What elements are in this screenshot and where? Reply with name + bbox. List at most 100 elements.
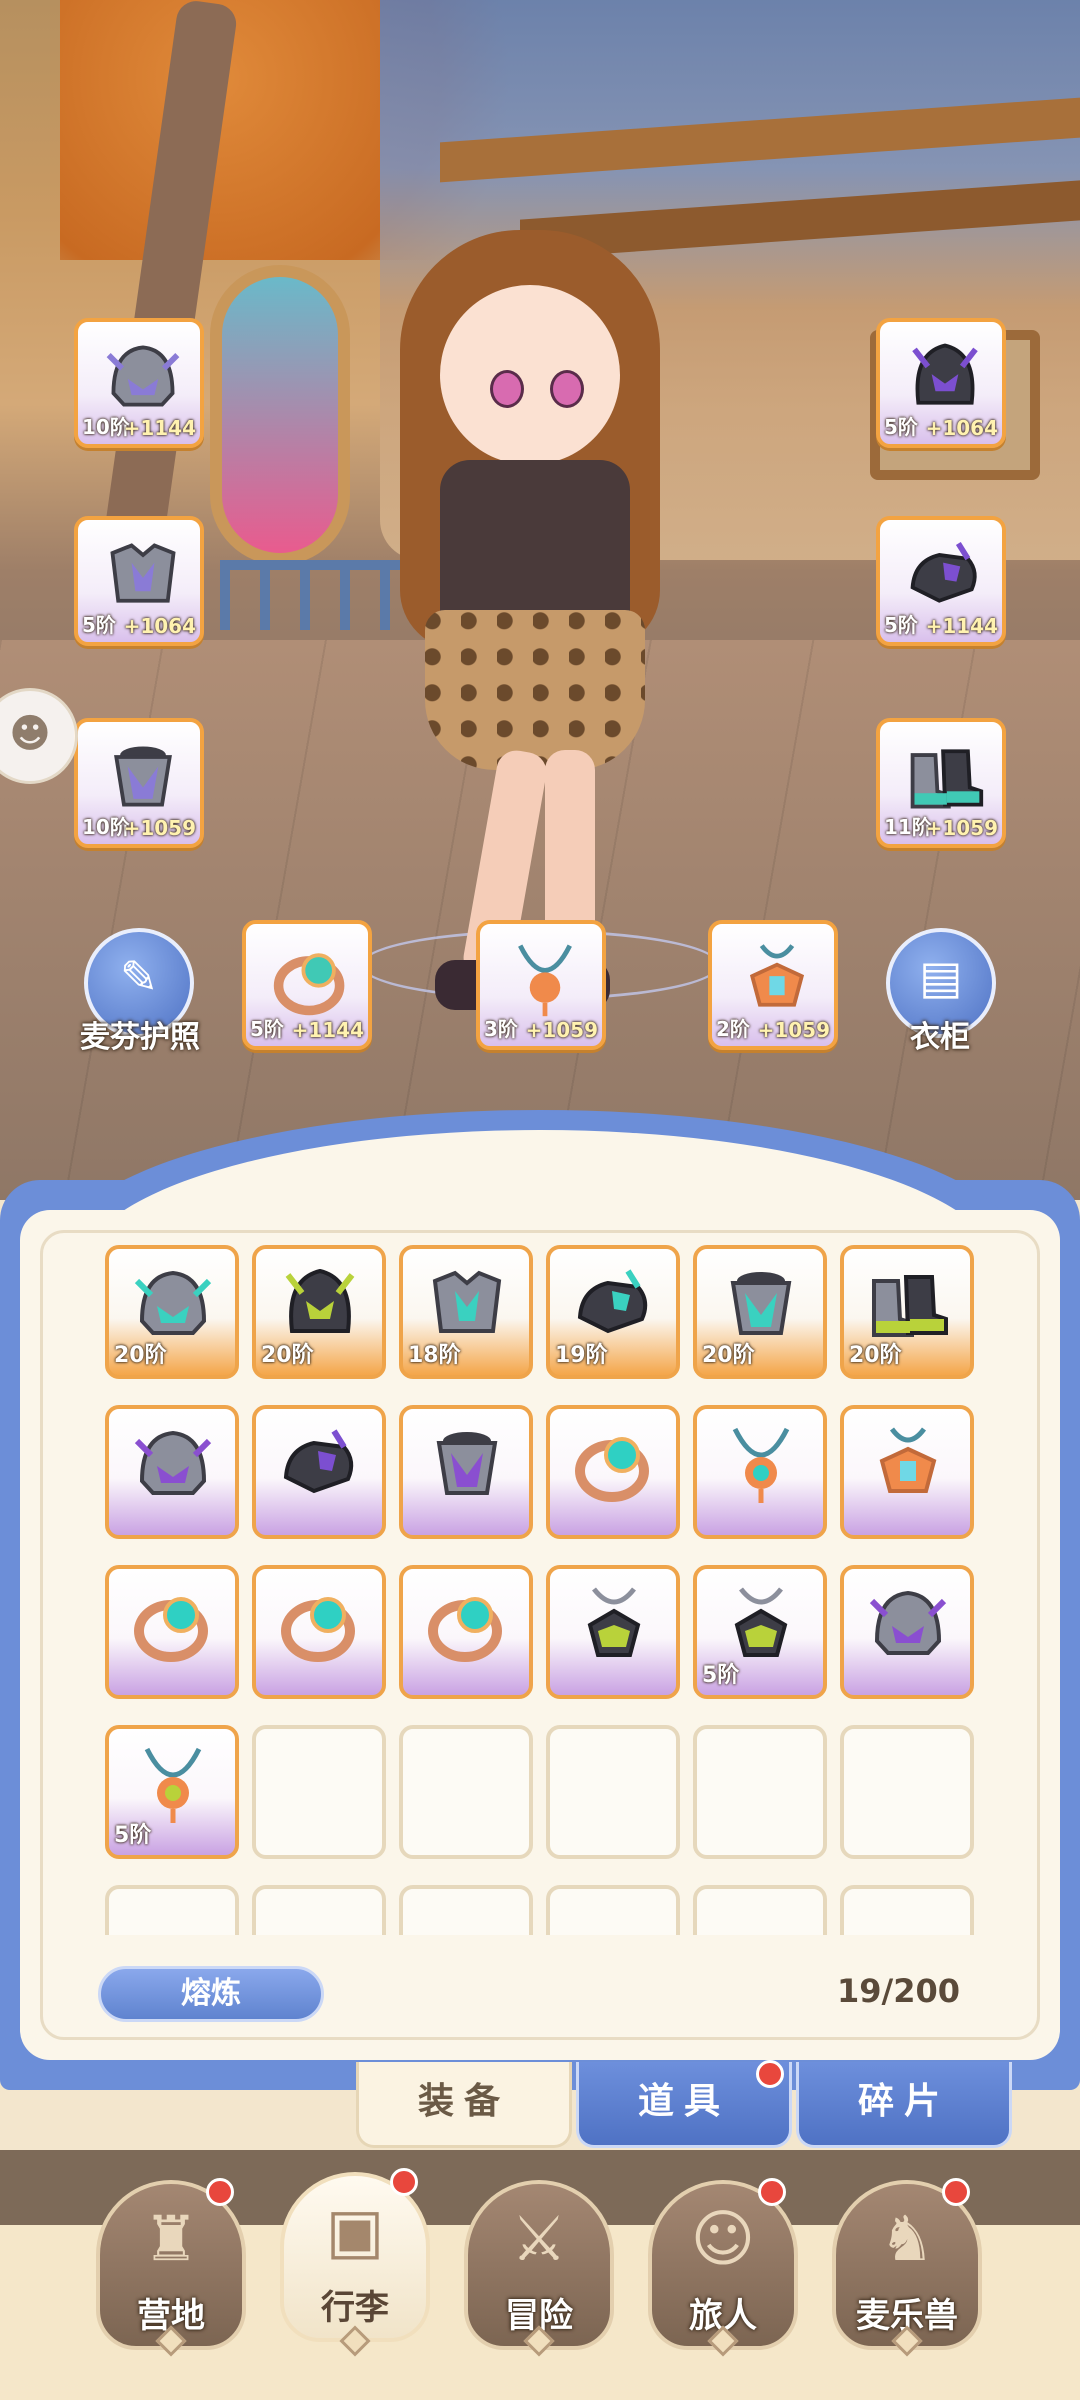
boots-icon (862, 1261, 954, 1347)
nav-chest[interactable]: ▣ 行李 (280, 2172, 430, 2342)
equip-bonus: +1144 (925, 614, 998, 638)
equip-bonus: +1059 (525, 1018, 598, 1042)
equip-slot[interactable]: 5阶 +1144 (242, 920, 372, 1050)
necklace-icon (715, 1421, 807, 1507)
notification-badge (756, 2060, 784, 2088)
ring-icon (421, 1581, 513, 1667)
amulet-icon (732, 938, 822, 1020)
bag-item[interactable] (252, 1405, 386, 1539)
bag-item[interactable] (252, 1565, 386, 1699)
ring-icon (568, 1421, 660, 1507)
empty-bag-slot (840, 1725, 974, 1859)
empty-bag-slot (399, 1885, 533, 1935)
notification-badge (390, 2168, 418, 2196)
empty-bag-slot (693, 1725, 827, 1859)
equip-bonus: +1064 (925, 416, 998, 440)
equip-tier: 5阶 (250, 1017, 284, 1041)
item-tier: 20阶 (114, 1343, 167, 1368)
equip-slot[interactable]: 10阶 +1144 (74, 318, 204, 448)
equip-slot[interactable]: 5阶 +1144 (876, 516, 1006, 646)
bag-item[interactable] (546, 1565, 680, 1699)
swords-icon: ⚔ (511, 2202, 567, 2275)
empty-bag-slot (840, 1885, 974, 1935)
pendant-icon (715, 1581, 807, 1667)
gauntlet-icon (568, 1261, 660, 1347)
bag-item[interactable] (546, 1405, 680, 1539)
equip-bonus: +1059 (757, 1018, 830, 1042)
armor-icon (98, 534, 188, 616)
smelt-button[interactable]: 熔炼 (98, 1966, 324, 2022)
item-tier: 5阶 (702, 1663, 740, 1688)
equip-slot[interactable]: 5阶 +1064 (876, 318, 1006, 448)
character-face (440, 285, 620, 465)
pet-icon: ♞ (879, 2202, 935, 2275)
equip-bonus: +1059 (925, 816, 998, 840)
character-eye (490, 370, 524, 408)
notification-badge (206, 2178, 234, 2206)
bag-item[interactable] (105, 1405, 239, 1539)
bag-item[interactable]: 20阶 (693, 1245, 827, 1379)
necklace-icon (500, 938, 590, 1020)
armor-icon (421, 1261, 513, 1347)
dark-helmet-icon (900, 336, 990, 418)
app-screen: 10阶 +1144 5阶 +1064 5阶 +1064 5阶 +1144 10阶 +1059 11阶… (0, 0, 1080, 2400)
item-tier: 5阶 (114, 1823, 152, 1848)
equip-slot[interactable]: 3阶 +1059 (476, 920, 606, 1050)
player-character[interactable] (330, 190, 750, 1010)
item-tier: 19阶 (555, 1343, 608, 1368)
bag-item[interactable] (840, 1565, 974, 1699)
bag-item[interactable] (105, 1565, 239, 1699)
equip-bonus: +1144 (123, 416, 196, 440)
boots-icon (900, 736, 990, 818)
equip-slot[interactable]: 2阶 +1059 (708, 920, 838, 1050)
castle-icon: ♜ (143, 2202, 199, 2275)
empty-bag-slot (252, 1885, 386, 1935)
bag-item[interactable]: 5阶 (105, 1725, 239, 1859)
wardrobe-icon: ▤ (919, 950, 963, 1004)
notification-badge (942, 2178, 970, 2206)
helmet-icon (98, 336, 188, 418)
item-tier: 20阶 (702, 1343, 755, 1368)
empty-bag-slot (546, 1885, 680, 1935)
equip-slot[interactable]: 11阶 +1059 (876, 718, 1006, 848)
equip-tier: 5阶 (82, 613, 116, 637)
chestplate-icon (421, 1421, 513, 1507)
pet-face-icon: ☻ (9, 711, 51, 757)
empty-bag-slot (399, 1725, 533, 1859)
tab-equipment[interactable]: 装备 (356, 2062, 572, 2148)
bag-item[interactable]: 5阶 (693, 1565, 827, 1699)
bag-item[interactable] (399, 1565, 533, 1699)
equip-bonus: +1059 (123, 816, 196, 840)
equip-tier: 5阶 (884, 613, 918, 637)
empty-bag-slot (105, 1885, 239, 1935)
bag-item[interactable]: 20阶 (840, 1245, 974, 1379)
ring-icon (127, 1581, 219, 1667)
bag-capacity: 19/200 (836, 1972, 960, 2010)
empty-bag-slot (252, 1725, 386, 1859)
notification-badge (758, 2178, 786, 2206)
character-skirt (425, 610, 645, 770)
equip-slot[interactable]: 5阶 +1064 (74, 516, 204, 646)
item-tier: 20阶 (849, 1343, 902, 1368)
tab-fragments[interactable]: 碎片 (796, 2062, 1012, 2148)
bag-item[interactable] (399, 1405, 533, 1539)
chestplate-icon (98, 736, 188, 818)
passport-icon: ✎ (119, 950, 159, 1004)
equip-slot[interactable]: 10阶 +1059 (74, 718, 204, 848)
bag-item[interactable] (840, 1405, 974, 1539)
nav-label: 行李 (321, 2288, 389, 2328)
ring-icon (274, 1581, 366, 1667)
chestplate-icon (715, 1261, 807, 1347)
bag-item[interactable]: 19阶 (546, 1245, 680, 1379)
bag-item[interactable]: 20阶 (105, 1245, 239, 1379)
equip-tier: 5阶 (884, 415, 918, 439)
bag-item[interactable]: 20阶 (252, 1245, 386, 1379)
item-tier: 18阶 (408, 1343, 461, 1368)
equip-tier: 3阶 (484, 1017, 518, 1041)
bag-item[interactable] (693, 1405, 827, 1539)
empty-bag-slot (546, 1725, 680, 1859)
bag-item[interactable]: 18阶 (399, 1245, 533, 1379)
ring-icon (266, 938, 356, 1020)
necklace-icon (127, 1741, 219, 1827)
bag-grid: 20阶 20阶 18阶 19阶 20阶 20阶 5阶 5阶 (105, 1245, 985, 1935)
